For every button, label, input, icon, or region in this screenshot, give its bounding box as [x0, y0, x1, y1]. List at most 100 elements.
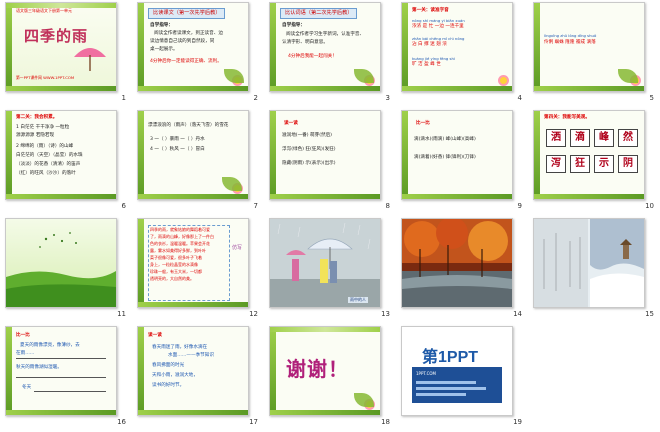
text-line: 浮泻(绿色) 狂(狂风)(发狂) [282, 147, 336, 152]
text-line: 读书的好时节。 [152, 383, 185, 388]
slide-thumbnail-1[interactable]: 语文版三年级语文下册第一单元 四季的雨 第一PPT课件网 WWW.1PPT.CO… [5, 2, 117, 92]
slide-cell-6[interactable]: 第二关：我会积累。 1 白茫茫 干干净净 一粒粒 源源源源 若隐若现 2 绵绵的… [0, 108, 132, 216]
slide-number: 9 [517, 202, 522, 210]
text-line: 水面……——季节知识 [168, 353, 214, 358]
slide-thumbnail-19[interactable]: 第1PPT 1PPT.COM [401, 326, 513, 416]
logo-stripe [416, 387, 486, 390]
slide-cell-8[interactable]: 读一读 滋润地(一番) 萌芽(然后) 浮泻(绿色) 狂(狂风)(发狂) 隐藏(阴… [264, 108, 396, 216]
text-line: 菜子很像可爱，很多叶子飞着 [150, 255, 202, 260]
text-line: 滴(滴水)(雨滴) 峰(山峰)(高峰) [414, 137, 476, 142]
character-box: 示 [594, 155, 614, 173]
vine-decoration [6, 327, 12, 415]
slide-cell-7[interactable]: 漂漂浪浪的（雨声）（落天飞雪）的雪花 3 一（ ）暴雨 一（ ）丹水 4 一（ … [132, 108, 264, 216]
slide-heading: 读一读 [148, 333, 162, 338]
slide-cell-11[interactable]: 11 [0, 216, 132, 324]
vine-decoration [6, 410, 116, 415]
slide-number: 17 [249, 418, 258, 426]
slide-number: 12 [249, 310, 258, 318]
vine-decoration [402, 194, 512, 199]
slide-thumbnail-15[interactable] [533, 218, 645, 308]
vine-decoration [138, 410, 248, 415]
character-box: 滴 [570, 129, 590, 147]
vine-decoration [138, 302, 248, 307]
text-line: 1 白茫茫 干干净净 一粒粒 [16, 125, 70, 130]
slide-thumbnail-8[interactable]: 读一读 滋润地(一番) 萌芽(然后) 浮泻(绿色) 狂(狂风)(发狂) 隐藏(阴… [269, 110, 381, 200]
text-line: 白茫茫的（天空）（晶莹）的水珠 [16, 153, 83, 158]
slide-cell-19[interactable]: 第1PPT 1PPT.COM 19 [396, 324, 528, 432]
answer-line [34, 391, 106, 392]
vine-decoration [6, 3, 12, 91]
text-line: 色的衣衫，温暖温暖。苹果会开花 [150, 241, 210, 246]
logo-stripe [416, 393, 466, 396]
slide-cell-12[interactable]: 四季的雨，就象姑娘的舞蹈着可爱 了，雨滴的山峰，好像那上了一件白 色的衣衫，温暖… [132, 216, 264, 324]
slide-cell-5[interactable]: lìngxīng zhū lóng dīng shuō 伶俐 蜘蛛 隆隆 瓣成 … [528, 0, 660, 108]
slide-number: 5 [649, 94, 654, 102]
slide-number: 10 [645, 202, 654, 210]
text-line: 2 绵绵的（雨）（诗）的山峰 [16, 144, 74, 149]
slide-thumbnail-11[interactable] [5, 218, 117, 308]
vine-decoration [534, 111, 540, 199]
slide-thumbnail-10[interactable]: 第四关：我能写美观。 洒 滴 峰 然 泻 狂 示 阴 [533, 110, 645, 200]
slide-number: 14 [513, 310, 522, 318]
slide-number: 19 [513, 418, 522, 426]
slide-thumbnail-14[interactable] [401, 218, 513, 308]
text-line: 滴(滴着)(好香) 锋(锋利)(刀锋) [414, 155, 476, 160]
slide-number: 8 [385, 202, 390, 210]
text-line: 身上，一粒粒晶莹的水滴像 [150, 262, 198, 267]
slide-thumbnail-17[interactable]: 读一读 春天雨迷了雨，好像水滴在 水面……——季节知识 春风拂面的时光 天和小雨… [137, 326, 249, 416]
slide-subtitle: 语文版三年级语文下册第一单元 [16, 8, 72, 13]
slide-number: 15 [645, 310, 654, 318]
character-box: 洒 [546, 129, 566, 147]
slide-cell-13[interactable]: 雨中的人 13 [264, 216, 396, 324]
slide-number: 4 [517, 94, 522, 102]
slide-cell-10[interactable]: 第四关：我能写美观。 洒 滴 峰 然 泻 狂 示 阴 10 [528, 108, 660, 216]
slide-cell-14[interactable]: 14 [396, 216, 528, 324]
text-line: 冬天 [22, 385, 32, 390]
text-line: 天和小雨，滋润大地， [152, 373, 198, 378]
frame-decoration [534, 3, 644, 91]
slide-cell-2[interactable]: 比读课文（第一次先学后教） 自学指导： 阅读全作者读课文，到正读音、边 读边情意… [132, 0, 264, 108]
slide-heading: 比一比 [416, 121, 430, 126]
slide-thumbnail-12[interactable]: 四季的雨，就象姑娘的舞蹈着可爱 了，雨滴的山峰，好像那上了一件白 色的衣衫，温暖… [137, 218, 249, 308]
text-line: 春天雨迷了雨，好像水滴在 [152, 345, 208, 350]
text-line: 四季的雨，就象姑娘的舞蹈着可爱 [150, 227, 210, 232]
slide-thumbnail-2[interactable]: 比读课文（第一次先学后教） 自学指导： 阅读全作者读课文，到正读音、边 读边情意… [137, 2, 249, 92]
slide-cell-18[interactable]: 谢谢！ 18 [264, 324, 396, 432]
slide-number: 18 [381, 418, 390, 426]
frame-decoration [270, 3, 380, 91]
vine-decoration [6, 86, 116, 91]
logo-subtitle: 1PPT.COM [416, 371, 437, 376]
slide-cell-17[interactable]: 读一读 春天雨迷了雨，好像水滴在 水面……——季节知识 春风拂面的时光 天和小雨… [132, 324, 264, 432]
slide-thumbnail-13[interactable]: 雨中的人 [269, 218, 381, 308]
slide-thumbnail-5[interactable]: lìngxīng zhū lóng dīng shuō 伶俐 蜘蛛 隆隆 瓣成 … [533, 2, 645, 92]
slide-thumbnail-16[interactable]: 比一比 夏天的雨像漂亮，像薄纱，去 在雨…… 秋天的雨像湖似湿暖。 冬天 [5, 326, 117, 416]
slide-cell-1[interactable]: 语文版三年级语文下册第一单元 四季的雨 第一PPT课件网 WWW.1PPT.CO… [0, 0, 132, 108]
vine-decoration [6, 111, 12, 199]
slide-cell-15[interactable]: 15 [528, 216, 660, 324]
slide-thumbnail-4[interactable]: 第一关：读准字音 nóng shì máng yì biān xuán 浓浓 是… [401, 2, 513, 92]
character-box: 阴 [618, 155, 638, 173]
slide-thumbnail-7[interactable]: 漂漂浪浪的（雨声）（落天飞雪）的雪花 3 一（ ）暴雨 一（ ）丹水 4 一（ … [137, 110, 249, 200]
slide-number: 1 [121, 94, 126, 102]
slide-cell-9[interactable]: 比一比 滴(滴水)(雨滴) 峰(山峰)(高峰) 滴(滴着)(好香) 锋(锋利)(… [396, 108, 528, 216]
umbrella-icon [74, 48, 106, 71]
text-line: 隐藏(阴雨) 示(表示)(出示) [282, 161, 336, 166]
text-line: 秋天的雨像湖似湿暖。 [16, 365, 62, 370]
slide-thumbnail-9[interactable]: 比一比 滴(滴水)(雨滴) 峰(山峰)(高峰) 滴(滴着)(好香) 锋(锋利)(… [401, 110, 513, 200]
slide-cell-3[interactable]: 比认词语（第二次先学后教） 自学指导： 阅读全作者学习生字新词，认准字音、 认清… [264, 0, 396, 108]
slide-heading: 第四关：我能写美观。 [544, 115, 590, 120]
rain-umbrella-photo [270, 219, 380, 307]
text-line: 珍珠一般，有玉大米，一切都 [150, 269, 202, 274]
slide-thumbnail-18[interactable]: 谢谢！ [269, 326, 381, 416]
slide-heading: 读一读 [284, 121, 298, 126]
spring-meadow-photo [6, 219, 116, 307]
vine-decoration [138, 327, 144, 415]
frame-decoration [138, 3, 248, 91]
slide-thumbnail-3[interactable]: 比认词语（第二次先学后教） 自学指导： 阅读全作者学习生字新词，认准字音、 认清… [269, 2, 381, 92]
slide-cell-4[interactable]: 第一关：读准字音 nóng shì máng yì biān xuán 浓浓 是… [396, 0, 528, 108]
character-box: 峰 [594, 129, 614, 147]
slide-thumbnail-6[interactable]: 第二关：我会积累。 1 白茫茫 干干净净 一粒粒 源源源源 若隐若现 2 绵绵的… [5, 110, 117, 200]
slide-sorter-grid: 语文版三年级语文下册第一单元 四季的雨 第一PPT课件网 WWW.1PPT.CO… [0, 0, 660, 432]
slide-cell-16[interactable]: 比一比 夏天的雨像漂亮，像薄纱，去 在雨…… 秋天的雨像湖似湿暖。 冬天 16 [0, 324, 132, 432]
slide-number: 6 [121, 202, 126, 210]
